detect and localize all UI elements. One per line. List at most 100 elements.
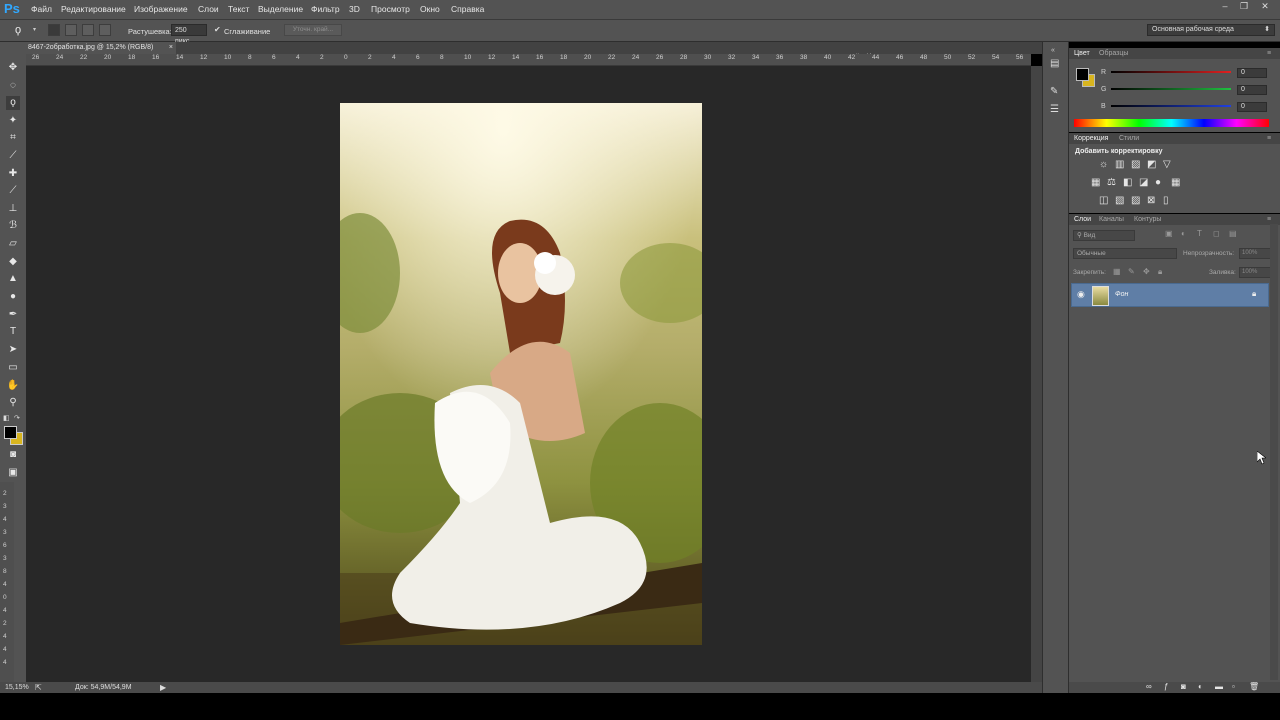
layer-filter-select[interactable]: ⚲ Вид (1073, 230, 1135, 241)
channel-g-slider[interactable] (1111, 88, 1231, 90)
document-tab[interactable]: 8467-2обработка.jpg @ 15,2% (RGB/8) × (26, 42, 176, 54)
pen-tool-icon[interactable]: ✒ (6, 308, 20, 322)
status-menu-arrow-icon[interactable]: ▶ (160, 683, 166, 692)
add-selection-button[interactable] (65, 24, 77, 36)
intersect-selection-button[interactable] (99, 24, 111, 36)
menu-help[interactable]: Справка (451, 4, 484, 14)
bucket-tool-icon[interactable]: ◆ (6, 255, 20, 269)
restore-button[interactable]: ❐ (1237, 1, 1251, 11)
color-lookup-icon[interactable]: ▦ (1171, 177, 1180, 188)
menu-edit[interactable]: Редактирование (61, 4, 126, 14)
chevron-down-icon[interactable]: ▾ (33, 26, 36, 33)
antialias-checkbox[interactable]: ✔ (214, 25, 221, 34)
menu-layers[interactable]: Слои (198, 4, 219, 14)
curves-icon[interactable]: ▨ (1131, 159, 1140, 170)
default-colors-icon[interactable]: ◧ (3, 414, 10, 422)
close-tab-icon[interactable]: × (169, 42, 173, 54)
opacity-input[interactable]: 100% (1239, 248, 1271, 259)
blur-tool-icon[interactable]: ▲ (6, 272, 20, 286)
menu-select[interactable]: Выделение (258, 4, 303, 14)
menu-type[interactable]: Текст (228, 4, 249, 14)
panel-menu-icon[interactable]: ≡ (1267, 134, 1271, 143)
foreground-color-swatch[interactable] (1076, 68, 1089, 81)
subtract-selection-button[interactable] (82, 24, 94, 36)
layers-scrollbar[interactable] (1270, 224, 1278, 680)
menu-image[interactable]: Изображение (134, 4, 188, 14)
channel-mixer-icon[interactable]: ● (1155, 177, 1161, 188)
lasso-tool-icon[interactable]: ϙ (6, 96, 20, 110)
channel-r-input[interactable]: 0 (1237, 68, 1267, 78)
vibrance-icon[interactable]: ▽ (1163, 159, 1171, 170)
tab-styles[interactable]: Стили (1119, 134, 1139, 143)
new-group-icon[interactable]: ▬ (1215, 682, 1223, 691)
move-tool-icon[interactable]: ✥ (6, 61, 20, 75)
filter-adjust-icon[interactable]: ◐ (1181, 229, 1186, 238)
vertical-scrollbar[interactable] (1031, 66, 1042, 682)
lock-transparent-icon[interactable]: ▦ (1113, 267, 1121, 276)
levels-icon[interactable]: ▥ (1115, 159, 1124, 170)
tab-paths[interactable]: Контуры (1134, 215, 1161, 224)
properties-panel-icon[interactable]: ☰ (1050, 104, 1059, 115)
menu-filter[interactable]: Фильтр (311, 4, 340, 14)
filter-type-icon[interactable]: T (1197, 229, 1202, 238)
fx-icon[interactable]: ƒ (1164, 682, 1168, 691)
layer-row[interactable]: ◉ Фон 🔒︎ (1071, 283, 1269, 307)
stamp-tool-icon[interactable]: ⊥ (6, 202, 20, 216)
menu-window[interactable]: Окно (420, 4, 440, 14)
color-balance-icon[interactable]: ⚖ (1107, 177, 1116, 188)
brightness-icon[interactable]: ☼ (1099, 159, 1108, 170)
zoom-level[interactable]: 15,15% (5, 684, 29, 691)
selective-color-icon[interactable]: ⊠ (1147, 195, 1155, 206)
lock-all-icon[interactable]: 🔒︎ (1158, 267, 1162, 277)
quick-select-tool-icon[interactable]: ✦ (6, 114, 20, 128)
workspace-select[interactable]: Основная рабочая среда ⬍ (1147, 24, 1275, 36)
threshold-icon[interactable]: ▨ (1131, 195, 1140, 206)
new-selection-button[interactable] (48, 24, 60, 36)
dodge-tool-icon[interactable]: ● (6, 290, 20, 304)
expand-dock-icon[interactable]: « (1051, 47, 1055, 54)
refine-edge-button[interactable]: Уточн. край... (284, 24, 342, 36)
foreground-color-swatch[interactable] (4, 426, 17, 439)
brush-panel-icon[interactable]: ✎ (1050, 86, 1058, 97)
feather-input[interactable]: 250 пикс. (171, 24, 207, 45)
invert-icon[interactable]: ◫ (1099, 195, 1108, 206)
lock-image-icon[interactable]: ✎ (1128, 267, 1135, 276)
add-mask-icon[interactable]: ◙ (1181, 682, 1186, 691)
marquee-tool-icon[interactable]: ◌ (6, 79, 20, 93)
photo-filter-icon[interactable]: ◪ (1139, 177, 1148, 188)
brush-tool-icon[interactable]: ⟋ (6, 184, 20, 198)
color-spectrum-bar[interactable] (1074, 119, 1269, 127)
link-layers-icon[interactable]: ∞ (1146, 682, 1152, 691)
lock-position-icon[interactable]: ✥ (1143, 267, 1150, 276)
healing-tool-icon[interactable]: ✚ (6, 167, 20, 181)
hand-tool-icon[interactable]: ✋ (6, 379, 20, 393)
eraser-tool-icon[interactable]: ▱ (6, 237, 20, 251)
swap-colors-icon[interactable]: ↷ (14, 414, 20, 422)
tab-color[interactable]: Цвет (1074, 49, 1090, 58)
gradient-map-icon[interactable]: ▯ (1163, 195, 1169, 206)
filter-smart-icon[interactable]: ▤ (1229, 229, 1237, 238)
lasso-preset-icon[interactable]: ϙ (15, 24, 21, 36)
zoom-tool-icon[interactable]: ⚲ (6, 396, 20, 410)
history-brush-icon[interactable]: ℬ (6, 219, 20, 233)
channel-b-slider[interactable] (1111, 105, 1231, 107)
crop-tool-icon[interactable]: ⌗ (6, 131, 20, 145)
delete-layer-icon[interactable]: 🗑︎ (1249, 682, 1259, 691)
menu-file[interactable]: Файл (31, 4, 52, 14)
channel-r-slider[interactable] (1111, 71, 1231, 73)
quick-mask-icon[interactable]: ◙ (6, 448, 20, 462)
type-tool-icon[interactable]: T (6, 325, 20, 339)
exposure-icon[interactable]: ◩ (1147, 159, 1156, 170)
close-window-button[interactable]: ✕ (1258, 1, 1272, 11)
channel-b-input[interactable]: 0 (1237, 102, 1267, 112)
eyedropper-tool-icon[interactable]: ⟋ (6, 149, 20, 163)
new-adjustment-icon[interactable]: ◐ (1198, 682, 1203, 691)
menu-3d[interactable]: 3D (349, 4, 360, 14)
filter-pixel-icon[interactable]: ▣ (1165, 229, 1173, 238)
screen-mode-icon[interactable]: ▣ (6, 466, 20, 480)
panel-menu-icon[interactable]: ≡ (1267, 49, 1271, 58)
eye-icon[interactable]: ◉ (1077, 289, 1085, 300)
tab-channels[interactable]: Каналы (1099, 215, 1124, 224)
tab-adjustments[interactable]: Коррекция (1074, 134, 1108, 143)
minimize-button[interactable]: – (1218, 1, 1232, 11)
